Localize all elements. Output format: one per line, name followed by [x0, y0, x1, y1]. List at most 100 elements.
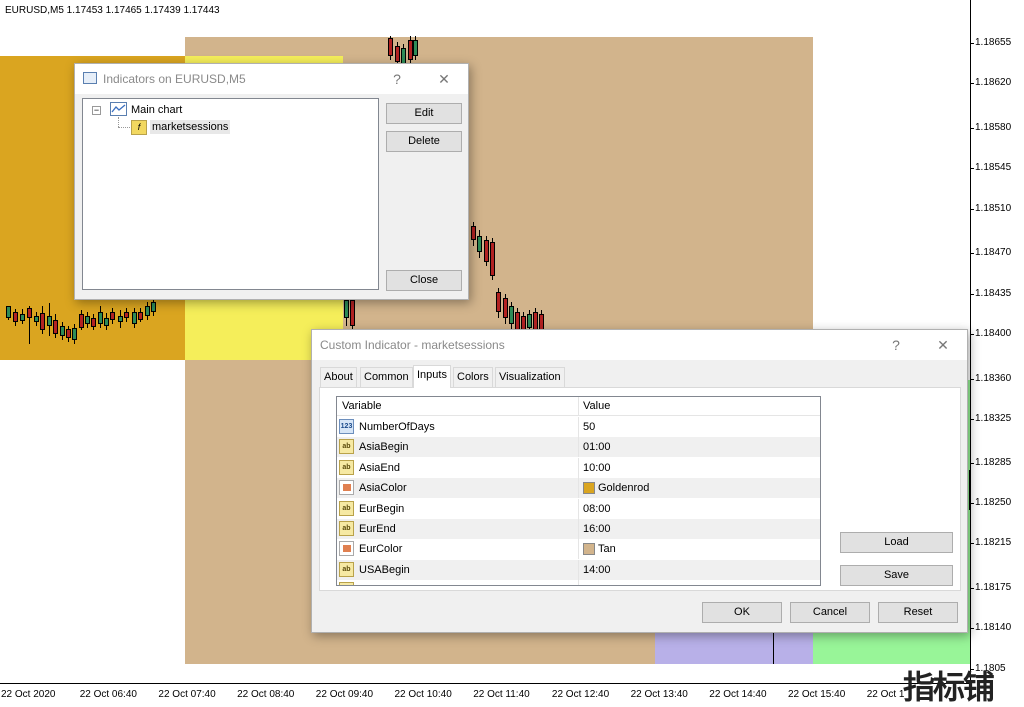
- indicator-tree[interactable]: − Main chart f marketsessions: [82, 98, 379, 290]
- candle-body: [79, 314, 84, 328]
- column-header-variable[interactable]: Variable: [342, 400, 382, 412]
- time-axis[interactable]: 22 Oct 2020 22 Oct 06:40 22 Oct 07:40 22 Oc…: [0, 683, 971, 707]
- table-row[interactable]: ab AsiaBegin 01:00: [337, 437, 820, 458]
- collapse-icon[interactable]: −: [92, 106, 101, 115]
- string-type-icon: ab: [339, 561, 354, 577]
- tab-visualization[interactable]: Visualization: [495, 367, 565, 387]
- candle-body: [490, 242, 495, 276]
- candle-body: [509, 306, 514, 324]
- price-tick-label: 1.18175: [970, 582, 1012, 593]
- candle-body: [151, 302, 156, 312]
- usa-session-zone: [655, 630, 813, 664]
- column-divider: [578, 417, 579, 437]
- variable-cell: EurBegin: [359, 502, 405, 515]
- load-button[interactable]: Load: [840, 532, 953, 553]
- candle-body: [145, 306, 150, 316]
- price-tick-label: 1.18620: [970, 77, 1012, 88]
- ok-button[interactable]: OK: [702, 602, 782, 623]
- table-row[interactable]: ab USABegin 14:00: [337, 559, 820, 580]
- vertical-scrollbar[interactable]: ▲ ▼: [820, 397, 821, 585]
- price-tick-label: 1.18325: [970, 413, 1012, 424]
- table-row[interactable]: 123 NumberOfDays 50: [337, 417, 820, 437]
- column-divider: [578, 559, 579, 580]
- candle-body: [471, 226, 476, 240]
- price-tick-label: 1.18215: [970, 537, 1012, 548]
- watermark-logo: 指标铺: [903, 668, 995, 706]
- candle-body: [413, 40, 418, 56]
- variable-cell: AsiaColor: [359, 482, 407, 495]
- dialog-title: Indicators on EURUSD,M5: [103, 72, 246, 86]
- table-row[interactable]: EurColor Tan: [337, 539, 820, 560]
- table-header: Variable Value: [337, 397, 820, 416]
- candle-body: [138, 312, 143, 320]
- candle-body: [53, 320, 58, 334]
- inputs-table[interactable]: Variable Value 123 NumberOfDays 50 ab AsiaBe…: [336, 396, 821, 586]
- column-header-value[interactable]: Value: [583, 400, 610, 412]
- time-tick-label: 22 Oct 07:40: [158, 689, 216, 700]
- variable-cell: EurColor: [359, 543, 403, 556]
- string-type-icon: ab: [339, 521, 354, 536]
- table-row[interactable]: AsiaColor Goldenrod: [337, 478, 820, 499]
- price-tick-label: 1.18655: [970, 37, 1012, 48]
- tree-item-marketsessions[interactable]: marketsessions: [150, 120, 231, 134]
- custom-indicator-dialog: Custom Indicator - marketsessions ? ✕ Ab…: [311, 329, 968, 633]
- close-button[interactable]: Close: [386, 270, 462, 291]
- candle-body: [66, 329, 71, 338]
- price-tick-label: 1.18470: [970, 247, 1012, 258]
- tree-root-label[interactable]: Main chart: [131, 104, 182, 116]
- indicators-dialog: Indicators on EURUSD,M5 ? ✕ − Main chart…: [74, 63, 469, 300]
- terminal-window: EURUSD,M5 1.17453 1.17465 1.17439 1.1744…: [0, 0, 1024, 707]
- close-icon[interactable]: ✕: [432, 69, 456, 89]
- value-cell[interactable]: 14:00: [583, 564, 611, 576]
- value-cell[interactable]: Goldenrod: [598, 482, 649, 494]
- time-tick-label: 22 Oct 13:40: [630, 689, 688, 700]
- price-tick-label: 1.18400: [970, 328, 1012, 339]
- candle-body: [503, 298, 508, 318]
- edit-button[interactable]: Edit: [386, 103, 462, 124]
- scroll-up-icon[interactable]: ▲: [820, 397, 821, 414]
- value-cell[interactable]: 01:00: [583, 441, 611, 453]
- tab-inputs[interactable]: Inputs: [413, 365, 451, 388]
- value-cell[interactable]: Tan: [598, 543, 616, 555]
- dialog-title: Custom Indicator - marketsessions: [320, 338, 505, 352]
- reset-button[interactable]: Reset: [878, 602, 958, 623]
- tab-about[interactable]: About: [320, 367, 357, 387]
- candle-body: [527, 314, 532, 328]
- save-button[interactable]: Save: [840, 565, 953, 586]
- table-row[interactable]: ab AsiaEnd 10:00: [337, 457, 820, 478]
- candle-body: [533, 312, 538, 330]
- price-axis[interactable]: 1.18655 1.18620 1.18580 1.18545 1.18510 1.184…: [970, 0, 1024, 683]
- close-icon[interactable]: ✕: [931, 335, 955, 355]
- custom-indicator-titlebar[interactable]: Custom Indicator - marketsessions ? ✕: [312, 330, 967, 360]
- tab-common[interactable]: Common: [360, 367, 413, 387]
- value-cell[interactable]: 08:00: [583, 503, 611, 515]
- inputs-tab-page: Variable Value 123 NumberOfDays 50 ab AsiaBe…: [319, 387, 961, 591]
- table-row[interactable]: ab USAEnd 23:00: [337, 580, 820, 585]
- candle-body: [344, 300, 349, 318]
- time-tick-label: 22 Oct 2020: [1, 689, 56, 700]
- table-row[interactable]: ab EurEnd 16:00: [337, 519, 820, 539]
- help-icon[interactable]: ?: [884, 335, 908, 355]
- table-row[interactable]: ab EurBegin 08:00: [337, 498, 820, 519]
- delete-button[interactable]: Delete: [386, 131, 462, 152]
- help-icon[interactable]: ?: [385, 69, 409, 89]
- variable-cell: AsiaBegin: [359, 441, 409, 454]
- column-divider: [578, 498, 579, 519]
- candle-body: [40, 313, 45, 330]
- value-cell[interactable]: 50: [583, 421, 595, 433]
- value-cell[interactable]: 10:00: [583, 462, 611, 474]
- value-cell[interactable]: 16:00: [583, 523, 611, 535]
- indicators-titlebar[interactable]: Indicators on EURUSD,M5 ? ✕: [75, 64, 468, 94]
- scroll-down-icon[interactable]: ▼: [820, 568, 821, 585]
- cancel-button[interactable]: Cancel: [790, 602, 870, 623]
- custom-indicator-icon: f: [131, 120, 147, 135]
- candle-body: [539, 314, 544, 330]
- candle-body: [350, 300, 355, 326]
- value-cell[interactable]: 23:00: [583, 584, 611, 585]
- string-type-icon: ab: [339, 500, 354, 516]
- color-type-icon: [339, 480, 354, 496]
- tab-colors[interactable]: Colors: [453, 367, 493, 387]
- time-tick-label: 22 Oct 10:40: [394, 689, 452, 700]
- time-tick-label: 22 Oct 08:40: [237, 689, 295, 700]
- color-swatch: [583, 482, 595, 495]
